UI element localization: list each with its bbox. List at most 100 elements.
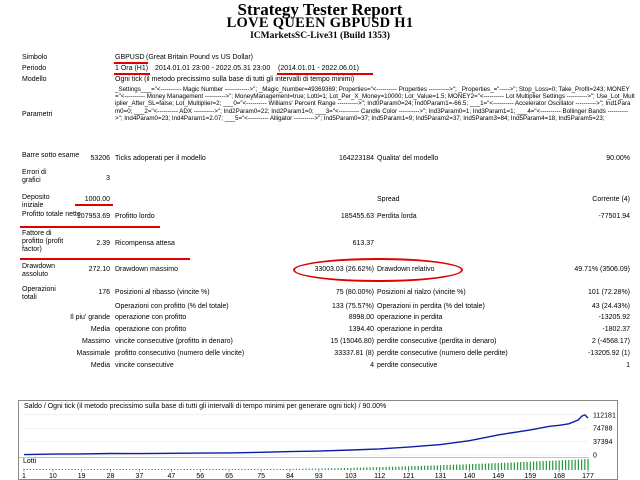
x-tick-label: 75 bbox=[257, 473, 265, 480]
lot-bar bbox=[500, 462, 503, 470]
dd-relativo-value: 49.71% (3506.09) bbox=[574, 266, 630, 273]
x-tick-label: 131 bbox=[435, 473, 447, 480]
lot-bar bbox=[49, 469, 51, 470]
pos-rialzo-label: Posizioni al rialzo (vincite %) bbox=[377, 289, 466, 296]
massimale-label: Massimale bbox=[76, 350, 110, 357]
massimo-perdite-value: 2 (-4568.17) bbox=[591, 338, 630, 345]
x-tick-label: 56 bbox=[196, 473, 204, 480]
lot-bar bbox=[183, 469, 185, 470]
massimo-label: Massimo bbox=[81, 338, 110, 345]
underline-deposito bbox=[75, 204, 113, 206]
lot-bar bbox=[311, 468, 314, 470]
underline-fattore bbox=[20, 258, 190, 260]
y-tick-label: 0 bbox=[593, 453, 597, 460]
lot-bar bbox=[81, 469, 83, 470]
server-build: ICMarketsSC-Live31 (Build 1353) bbox=[250, 31, 390, 41]
lot-bar bbox=[202, 469, 205, 470]
ea-name: LOVE QUEEN GBPUSD H1 bbox=[226, 15, 414, 31]
barre-value: 53206 bbox=[90, 155, 110, 162]
lot-bar bbox=[45, 469, 48, 470]
lot-bar bbox=[93, 469, 96, 470]
media-label: Media bbox=[90, 326, 110, 333]
lot-bar bbox=[295, 468, 297, 470]
pos-ribasso-label: Posizioni al ribasso (vincite %) bbox=[115, 289, 210, 296]
lot-bar bbox=[186, 469, 189, 470]
lot-bar bbox=[157, 469, 160, 470]
lot-bar bbox=[388, 466, 390, 470]
lot-bar bbox=[436, 465, 438, 470]
x-tick-label: 159 bbox=[524, 473, 536, 480]
lot-bar bbox=[39, 469, 41, 470]
media-profitto-label: operazione con profitto bbox=[115, 326, 187, 333]
lot-bar bbox=[135, 469, 137, 470]
y-tick-label: 37394 bbox=[593, 439, 613, 446]
lot-bar bbox=[97, 469, 99, 470]
lot-bar bbox=[55, 469, 57, 470]
modello-value: Ogni tick (il metodo precissimo sulla ba… bbox=[115, 76, 355, 83]
ricompensa-label: Ricompensa attesa bbox=[115, 240, 175, 247]
lot-bar bbox=[404, 466, 406, 470]
lot-bar bbox=[401, 466, 403, 470]
lots-panel bbox=[19, 458, 589, 470]
lot-bar bbox=[238, 469, 240, 470]
lot-bar bbox=[526, 461, 528, 470]
lot-bar bbox=[90, 469, 92, 470]
massimale-perdite-label: perdite consecutive (numero delle perdit… bbox=[377, 350, 508, 357]
lot-bar bbox=[151, 469, 153, 470]
media-vincite-label: vincite consecutive bbox=[115, 362, 174, 369]
lot-bar bbox=[532, 461, 535, 470]
lot-bar bbox=[334, 468, 336, 470]
lot-bar bbox=[414, 466, 416, 470]
dd-assoluto-label: Drawdown assoluto bbox=[22, 263, 56, 278]
periodo-label: Periodo bbox=[22, 65, 47, 72]
op-perdita-value: 43 (24.43%) bbox=[591, 303, 630, 310]
lot-bar bbox=[427, 465, 429, 470]
massimo-vincite-value: 15 (15046.80) bbox=[330, 338, 374, 345]
lot-bar bbox=[571, 459, 573, 470]
lot-bar bbox=[109, 469, 112, 470]
lot-bar bbox=[87, 469, 89, 470]
chart-title: Saldo / Ogni tick (il metodo precissimo … bbox=[24, 403, 386, 410]
lot-bar bbox=[347, 467, 349, 470]
grande-perdita-value: -13205.92 bbox=[598, 314, 630, 321]
periodo-dates: (2014.01.01 - 2022.06.01) bbox=[278, 65, 359, 72]
x-tick-label: 10 bbox=[49, 473, 57, 480]
lot-bar bbox=[122, 469, 124, 470]
massimale-perdite-value: -13205.92 (1) bbox=[587, 350, 630, 357]
lot-bar bbox=[433, 465, 435, 470]
lot-bar bbox=[23, 469, 25, 470]
spread-label: Spread bbox=[377, 196, 400, 203]
op-perdita-label: Operazioni in perdita (% del totale) bbox=[377, 303, 485, 310]
lot-bar bbox=[257, 469, 259, 470]
lot-bar bbox=[536, 461, 538, 470]
lot-bar bbox=[65, 469, 67, 470]
lot-bar bbox=[254, 469, 256, 470]
dd-massimo-label: Drawdown massimo bbox=[115, 266, 179, 273]
lordo-value: 185455.63 bbox=[340, 213, 374, 220]
lot-bar bbox=[359, 467, 362, 470]
lot-bar bbox=[407, 466, 410, 470]
lot-bar bbox=[449, 464, 451, 470]
lot-bar bbox=[145, 469, 147, 470]
media2-label: Media bbox=[90, 362, 110, 369]
lot-bar bbox=[555, 460, 557, 470]
massimo-vincite-label: vincite consecutive (profitto in denaro) bbox=[115, 338, 233, 345]
pos-ribasso-value: 75 (80.00%) bbox=[335, 289, 374, 296]
lot-bar bbox=[465, 464, 467, 470]
lot-bar bbox=[199, 469, 201, 470]
lot-bar bbox=[276, 469, 278, 470]
lot-bar bbox=[513, 462, 515, 470]
underline-timeframe bbox=[114, 73, 150, 75]
lot-bar bbox=[305, 468, 307, 470]
lot-bar bbox=[478, 463, 480, 470]
lot-bar bbox=[148, 469, 150, 470]
lot-bar bbox=[520, 462, 522, 470]
lot-bar bbox=[542, 461, 544, 470]
x-tick-label: 93 bbox=[315, 473, 323, 480]
lot-bar bbox=[282, 468, 285, 470]
lot-bar bbox=[129, 469, 131, 470]
lot-bar bbox=[523, 461, 525, 470]
lot-bar bbox=[215, 469, 217, 470]
lot-bar bbox=[29, 469, 32, 470]
lot-bar bbox=[491, 463, 493, 470]
